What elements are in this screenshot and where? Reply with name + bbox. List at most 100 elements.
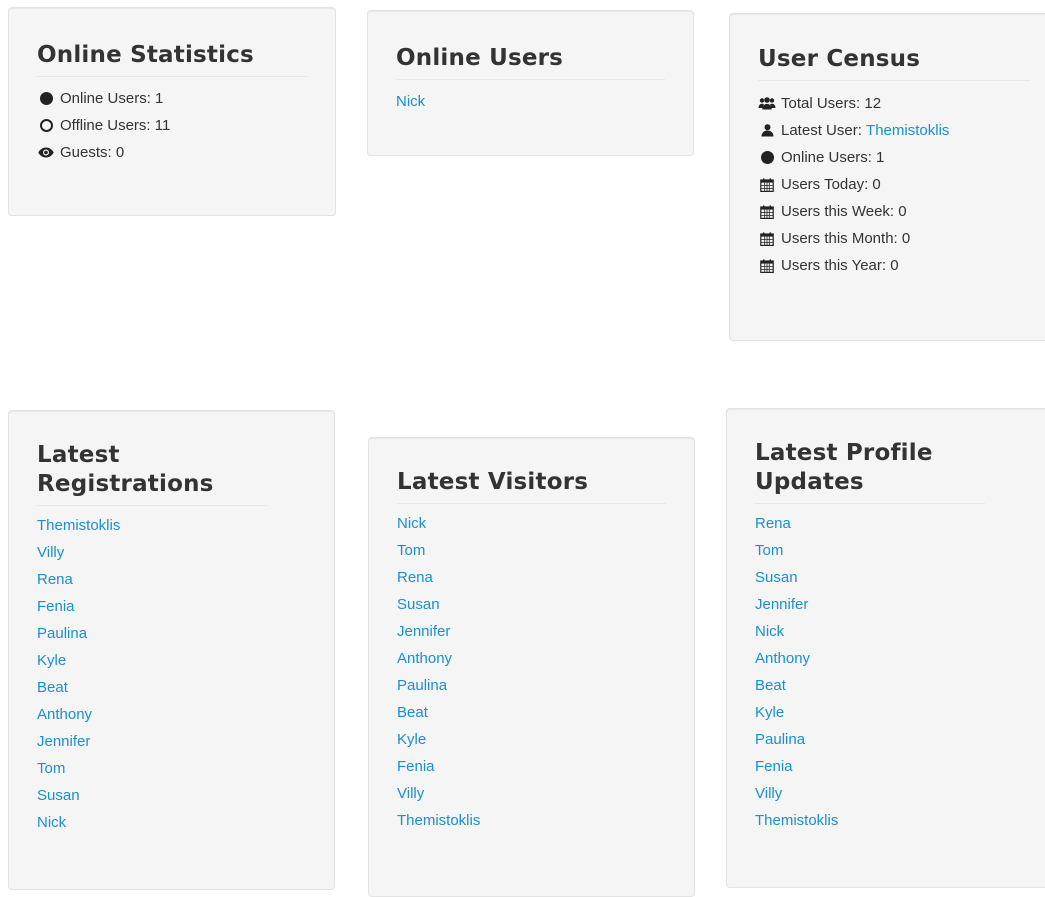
online-users-title: Online Users: [396, 44, 665, 80]
user-link[interactable]: Paulina: [755, 731, 805, 748]
users-icon: [758, 97, 776, 110]
list-item: Paulina: [397, 672, 666, 699]
user-link[interactable]: Fenia: [397, 758, 435, 775]
latest-user-stat: Latest User: Themistoklis: [758, 117, 1030, 144]
user-link[interactable]: Kyle: [755, 704, 784, 721]
user-link[interactable]: Beat: [397, 704, 428, 721]
user-link[interactable]: Rena: [37, 571, 73, 588]
latest-user-link[interactable]: Themistoklis: [866, 117, 949, 144]
user-link[interactable]: Susan: [37, 787, 80, 804]
user-link[interactable]: Susan: [397, 596, 440, 613]
user-link[interactable]: Nick: [396, 93, 425, 110]
list-item: Nick: [396, 88, 665, 115]
online-users-list: Nick: [396, 88, 665, 115]
user-link[interactable]: Nick: [397, 515, 426, 532]
list-item: Villy: [755, 780, 1027, 807]
list-item: Fenia: [397, 753, 666, 780]
user-link[interactable]: Villy: [397, 785, 424, 802]
eye-icon: [37, 147, 55, 158]
list-item: Fenia: [37, 593, 306, 620]
user-link[interactable]: Beat: [755, 677, 786, 694]
list-item: Themistoklis: [37, 512, 306, 539]
users-year-stat: Users this Year: 0: [758, 252, 1030, 279]
filled-circle-icon: [37, 92, 55, 105]
offline-users-stat-text: Offline Users: 11: [60, 117, 171, 134]
user-link[interactable]: Rena: [755, 515, 791, 532]
list-item: Themistoklis: [755, 807, 1027, 834]
user-link[interactable]: Paulina: [397, 677, 447, 694]
user-link[interactable]: Themistoklis: [37, 517, 120, 534]
latest-profile-updates-title: Latest Profile Updates: [755, 439, 985, 504]
latest-user-label: Latest User:: [781, 122, 867, 139]
list-item: Paulina: [755, 726, 1027, 753]
online-statistics-panel: Online Statistics Online Users: 1 Offlin…: [8, 7, 336, 216]
latest-registrations-list: Themistoklis Villy Rena Fenia Paulina Kyle Bea…: [37, 512, 306, 836]
user-link[interactable]: Kyle: [37, 652, 66, 669]
user-link[interactable]: Tom: [37, 760, 65, 777]
user-link[interactable]: Kyle: [397, 731, 426, 748]
user-link[interactable]: Rena: [397, 569, 433, 586]
user-link[interactable]: Jennifer: [397, 623, 450, 640]
user-link[interactable]: Themistoklis: [755, 812, 838, 829]
list-item: Kyle: [755, 699, 1027, 726]
guests-stat: Guests: 0: [37, 139, 307, 166]
users-today-text: Users Today: 0: [781, 176, 881, 193]
user-census-list: Total Users: 12 Latest User: Themistokli…: [758, 90, 1030, 279]
user-link[interactable]: Anthony: [755, 650, 810, 667]
user-link[interactable]: Tom: [397, 542, 425, 559]
online-users-panel: Online Users Nick: [367, 10, 694, 156]
user-link[interactable]: Nick: [37, 814, 66, 831]
census-online-users-stat: Online Users: 1: [758, 144, 1030, 171]
list-item: Themistoklis: [397, 807, 666, 834]
list-item: Susan: [755, 564, 1027, 591]
user-link[interactable]: Villy: [755, 785, 782, 802]
list-item: Rena: [37, 566, 306, 593]
user-link[interactable]: Jennifer: [37, 733, 90, 750]
user-link[interactable]: Susan: [755, 569, 798, 586]
user-link[interactable]: Villy: [37, 544, 64, 561]
calendar-icon: [758, 231, 776, 246]
list-item: Anthony: [37, 701, 306, 728]
users-week-text: Users this Week: 0: [781, 203, 907, 220]
user-icon: [758, 124, 776, 137]
user-link[interactable]: Fenia: [37, 598, 75, 615]
list-item: Tom: [37, 755, 306, 782]
list-item: Jennifer: [397, 618, 666, 645]
calendar-icon: [758, 177, 776, 192]
user-link[interactable]: Anthony: [397, 650, 452, 667]
user-link[interactable]: Jennifer: [755, 596, 808, 613]
user-link[interactable]: Fenia: [755, 758, 793, 775]
offline-users-stat: Offline Users: 11: [37, 112, 307, 139]
user-census-title: User Census: [758, 45, 1030, 81]
calendar-icon: [758, 258, 776, 273]
list-item: Fenia: [755, 753, 1027, 780]
users-month-text: Users this Month: 0: [781, 230, 911, 247]
user-link[interactable]: Beat: [37, 679, 68, 696]
list-item: Rena: [397, 564, 666, 591]
guests-stat-text: Guests: 0: [60, 144, 125, 161]
list-item: Beat: [37, 674, 306, 701]
list-item: Kyle: [397, 726, 666, 753]
list-item: Rena: [755, 510, 1027, 537]
list-item: Jennifer: [37, 728, 306, 755]
user-link[interactable]: Paulina: [37, 625, 87, 642]
total-users-text: Total Users: 12: [781, 95, 882, 112]
list-item: Villy: [37, 539, 306, 566]
list-item: Nick: [37, 809, 306, 836]
user-link[interactable]: Themistoklis: [397, 812, 480, 829]
list-item: Paulina: [37, 620, 306, 647]
user-link[interactable]: Tom: [755, 542, 783, 559]
user-link[interactable]: Anthony: [37, 706, 92, 723]
list-item: Beat: [755, 672, 1027, 699]
online-users-stat: Online Users: 1: [37, 85, 307, 112]
list-item: Nick: [397, 510, 666, 537]
users-year-text: Users this Year: 0: [781, 257, 899, 274]
list-item: Villy: [397, 780, 666, 807]
users-month-stat: Users this Month: 0: [758, 225, 1030, 252]
user-link[interactable]: Nick: [755, 623, 784, 640]
latest-registrations-panel: Latest Registrations Themistoklis Villy Re…: [8, 410, 335, 890]
latest-registrations-title: Latest Registrations: [37, 441, 267, 506]
online-statistics-title: Online Statistics: [37, 41, 307, 77]
list-item: Tom: [397, 537, 666, 564]
users-today-stat: Users Today: 0: [758, 171, 1030, 198]
